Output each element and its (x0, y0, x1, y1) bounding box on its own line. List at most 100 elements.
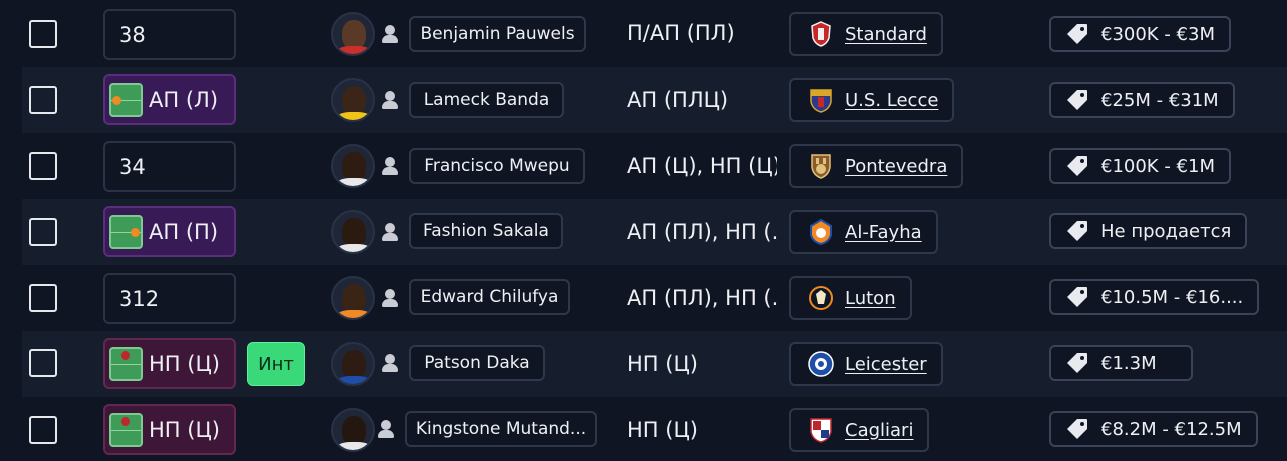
person-icon (381, 25, 399, 43)
positions-text: НП (Ц) (627, 418, 698, 442)
player-name: Fashion Sakala (423, 221, 549, 241)
row-checkbox[interactable] (29, 218, 57, 246)
position-role: АП (П) (149, 219, 219, 244)
price-button[interactable]: €25M - €31M (1049, 82, 1235, 118)
table-row[interactable]: АП (Л) Lameck Banda АП (ПЛЦ) U.S. Lecce … (22, 67, 1287, 133)
row-checkbox[interactable] (29, 86, 57, 114)
position-role-button[interactable]: НП (Ц) (103, 338, 236, 389)
position-field[interactable]: 34 (103, 141, 236, 192)
positions-text: НП (Ц) (627, 352, 698, 376)
player-name-button[interactable]: Kingstone Mutand... (405, 411, 597, 447)
price-value: Не продается (1101, 220, 1232, 242)
positions-text: АП (ПЛ), НП (... (627, 220, 777, 244)
club-name: Luton (845, 287, 896, 309)
player-name: Kingstone Mutand... (415, 419, 587, 439)
int-badge[interactable]: Инт (247, 342, 305, 386)
position-role-button[interactable]: АП (Л) (103, 74, 236, 125)
avatar[interactable] (331, 276, 375, 320)
player-name: Benjamin Pauwels (420, 24, 575, 44)
price-button[interactable]: €100K - €1M (1049, 148, 1231, 184)
pitch-icon (109, 412, 143, 447)
club-link[interactable]: Leicester (789, 342, 943, 386)
person-icon (381, 289, 399, 307)
avatar[interactable] (331, 12, 375, 56)
club-name: Pontevedra (845, 155, 948, 177)
table-row[interactable]: АП (П) Fashion Sakala АП (ПЛ), НП (... A… (22, 199, 1287, 265)
price-button[interactable]: €300K - €3M (1049, 16, 1231, 52)
position-role: НП (Ц) (149, 351, 220, 376)
club-crest-icon (811, 21, 831, 47)
person-icon (381, 157, 399, 175)
positions-text: П/АП (ПЛ) (627, 21, 735, 45)
player-name: Francisco Mwepu (424, 156, 570, 176)
row-checkbox[interactable] (29, 284, 57, 312)
player-name-button[interactable]: Benjamin Pauwels (409, 16, 586, 52)
avatar[interactable] (331, 408, 375, 452)
price-tag-icon (1067, 24, 1087, 44)
price-button[interactable]: Не продается (1049, 213, 1248, 249)
person-icon (377, 420, 395, 438)
position-role: НП (Ц) (149, 417, 220, 442)
player-name: Edward Chilufya (420, 287, 559, 307)
row-checkbox[interactable] (29, 20, 57, 48)
club-link[interactable]: U.S. Lecce (789, 78, 955, 122)
player-name-button[interactable]: Fashion Sakala (409, 213, 563, 249)
avatar[interactable] (331, 342, 375, 386)
club-crest-icon (810, 418, 832, 443)
avatar[interactable] (331, 78, 375, 122)
price-button[interactable]: €1.3M (1049, 345, 1193, 381)
position-role-button[interactable]: АП (П) (103, 206, 236, 257)
position-value: 34 (119, 154, 146, 179)
price-tag-icon (1067, 353, 1087, 373)
club-link[interactable]: Luton (789, 276, 912, 320)
row-checkbox[interactable] (29, 416, 57, 444)
club-name: Standard (845, 23, 927, 45)
player-name-button[interactable]: Lameck Banda (409, 82, 564, 118)
price-tag-icon (1067, 419, 1087, 439)
pitch-icon (109, 214, 143, 249)
club-link[interactable]: Al-Fayha (789, 210, 938, 254)
club-link[interactable]: Standard (789, 12, 943, 56)
player-name-button[interactable]: Edward Chilufya (409, 279, 570, 315)
person-icon (381, 223, 399, 241)
player-name: Lameck Banda (423, 90, 550, 110)
table-row[interactable]: 38 Benjamin Pauwels П/АП (ПЛ) Standard €… (22, 1, 1287, 67)
player-name: Patson Daka (424, 353, 530, 373)
price-value: €25M - €31M (1101, 89, 1219, 111)
position-field[interactable]: 38 (103, 9, 236, 60)
price-tag-icon (1067, 221, 1087, 241)
table-row[interactable]: НП (Ц) Kingstone Mutand... НП (Ц) Caglia… (22, 397, 1287, 461)
club-link[interactable]: Pontevedra (789, 144, 964, 188)
positions-text: АП (Ц), НП (Ц) (627, 154, 777, 178)
club-crest-icon (810, 218, 832, 246)
avatar[interactable] (331, 144, 375, 188)
club-crest-icon (809, 286, 833, 310)
price-button[interactable]: €8.2M - €12.5M (1049, 411, 1258, 447)
table-row[interactable]: 34 Francisco Mwepu АП (Ц), НП (Ц) Pontev… (22, 133, 1287, 199)
row-checkbox[interactable] (29, 349, 57, 377)
position-field[interactable]: 312 (103, 273, 236, 324)
price-value: €100K - €1M (1101, 155, 1215, 177)
price-tag-icon (1067, 287, 1087, 307)
position-role-button[interactable]: НП (Ц) (103, 404, 236, 455)
position-value: 312 (119, 286, 160, 311)
player-name-button[interactable]: Francisco Mwepu (409, 148, 585, 184)
price-button[interactable]: €10.5M - €16.... (1049, 279, 1260, 315)
int-badge-label: Инт (258, 353, 294, 375)
player-name-button[interactable]: Patson Daka (409, 345, 545, 381)
table-row[interactable]: 312 Edward Chilufya АП (ПЛ), НП (... Lut… (22, 265, 1287, 331)
position-role: АП (Л) (149, 87, 219, 112)
club-link[interactable]: Cagliari (789, 408, 930, 452)
positions-text: АП (ПЛ), НП (... (627, 286, 777, 310)
price-value: €10.5M - €16.... (1101, 286, 1244, 308)
pitch-icon (109, 82, 143, 117)
positions-text: АП (ПЛЦ) (627, 88, 729, 112)
table-row[interactable]: НП (Ц) Инт Patson Daka НП (Ц) Leicester … (22, 331, 1287, 397)
club-crest-icon (808, 351, 834, 377)
person-icon (381, 354, 399, 372)
club-name: U.S. Lecce (845, 89, 939, 111)
price-tag-icon (1067, 90, 1087, 110)
avatar[interactable] (331, 210, 375, 254)
row-checkbox[interactable] (29, 152, 57, 180)
position-value: 38 (119, 22, 146, 47)
